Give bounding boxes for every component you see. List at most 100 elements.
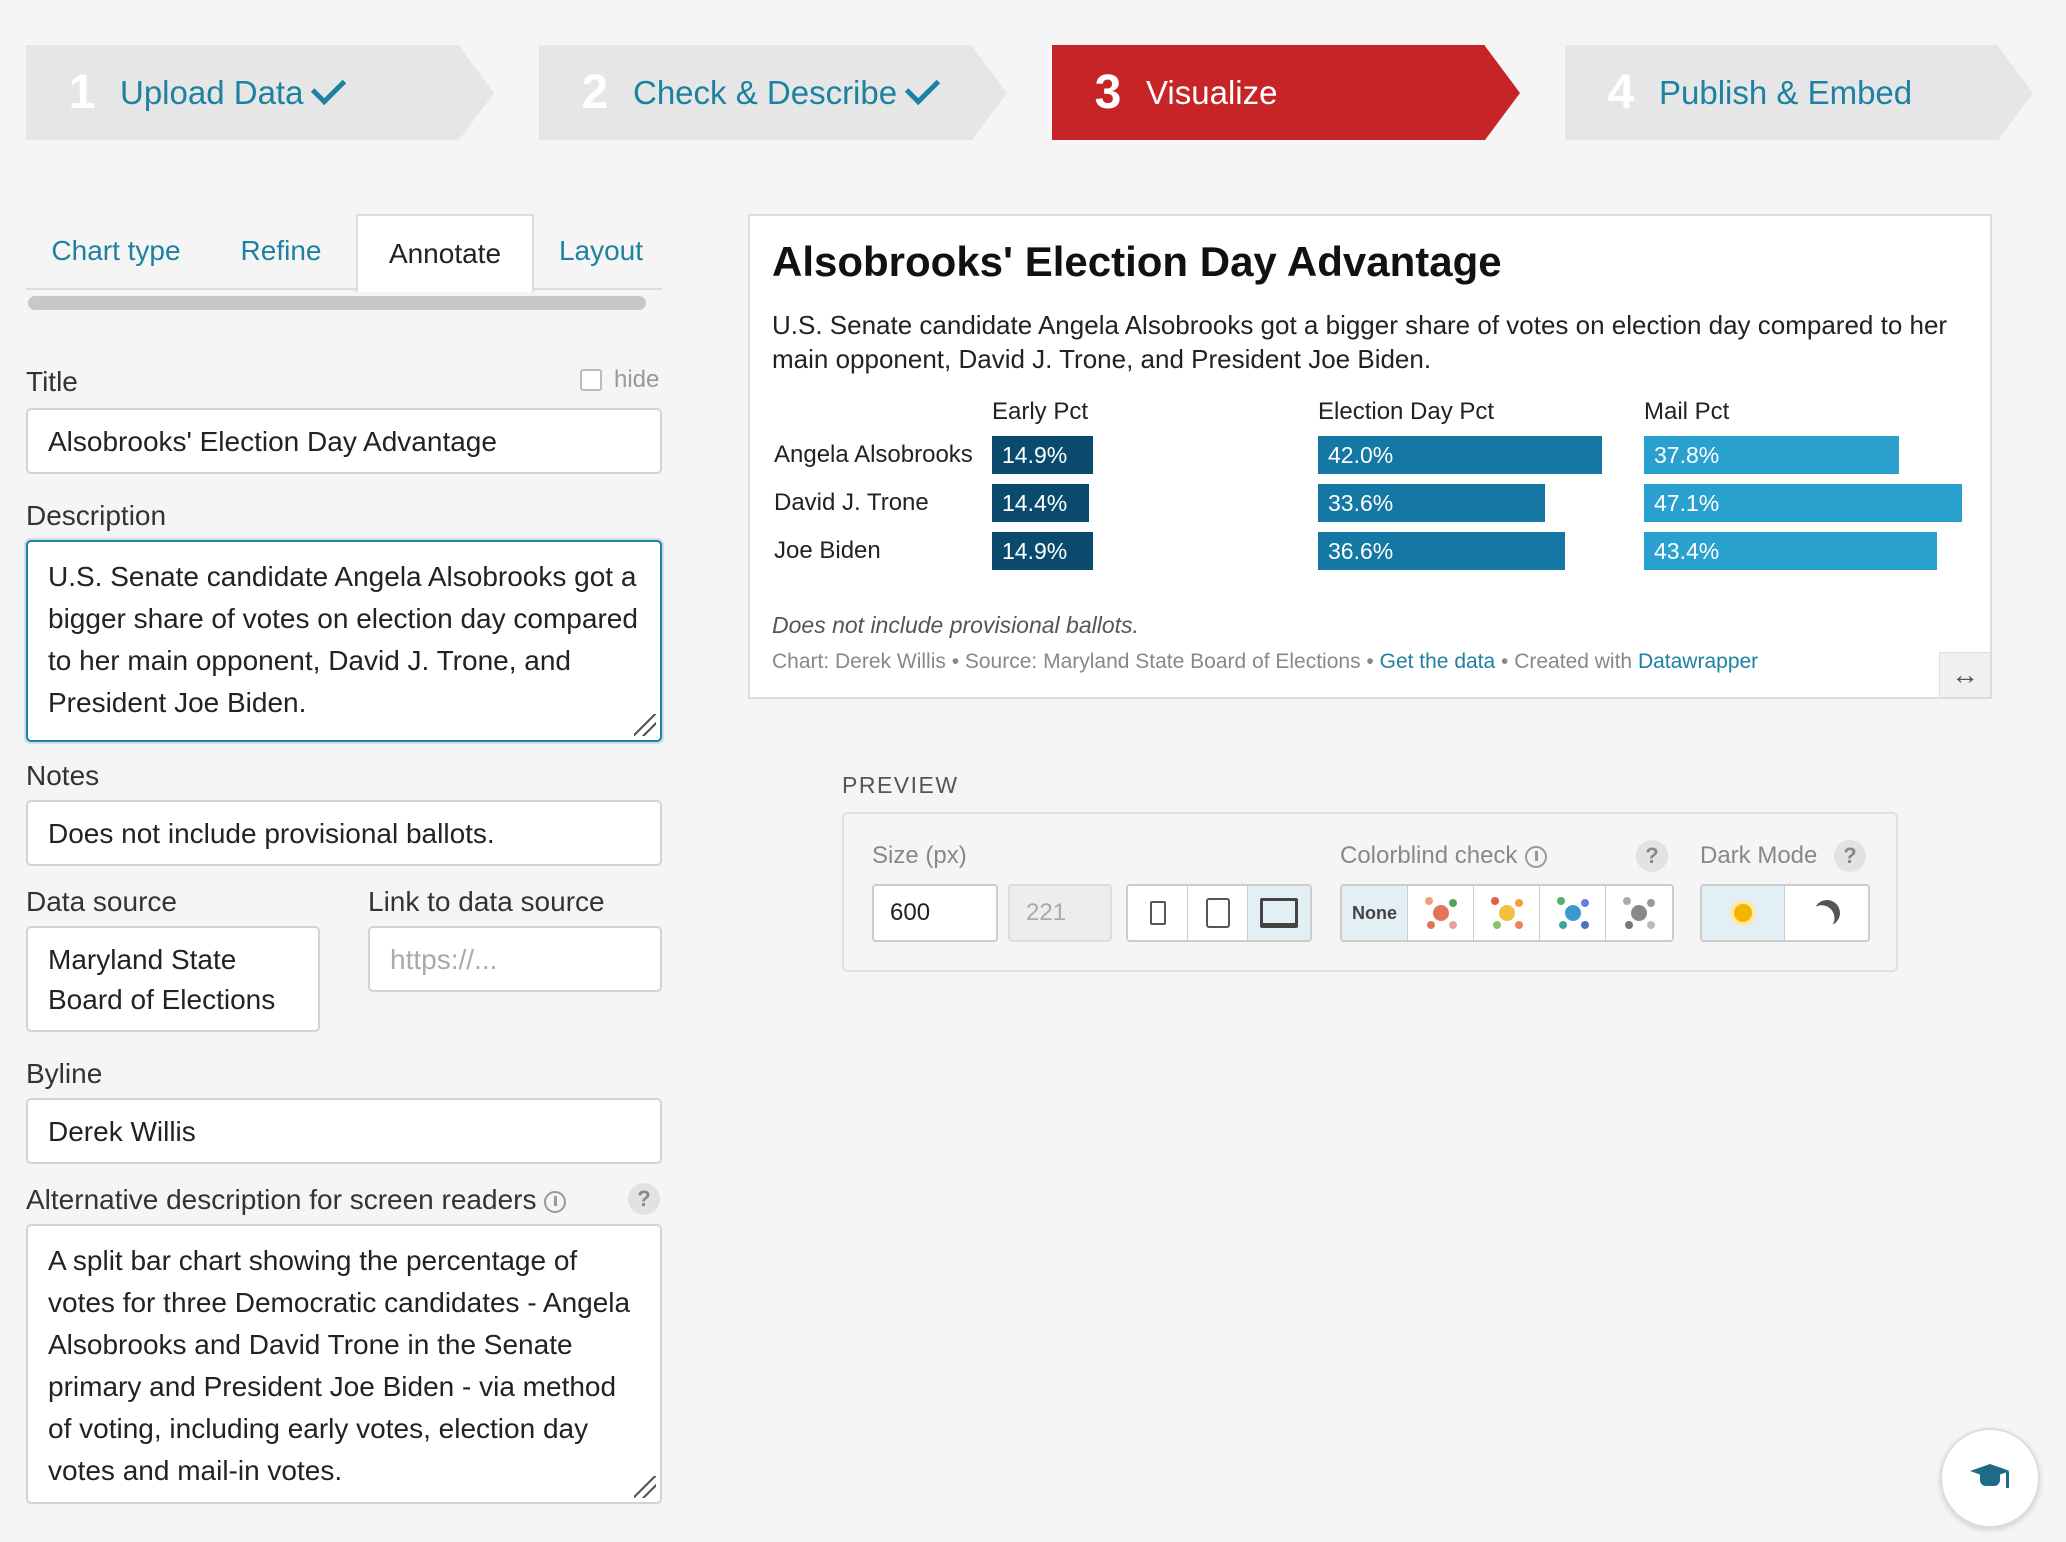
chart-bar: 43.4% (1644, 532, 1937, 570)
dark-mode-buttons (1700, 884, 1870, 942)
tab-refine[interactable]: Refine (216, 214, 346, 288)
step-number: 4 (1607, 66, 1635, 119)
column-header: Mail Pct (1644, 398, 1730, 425)
tab-chart-type[interactable]: Chart type (26, 214, 206, 288)
chart-bar: 36.6% (1318, 532, 1565, 570)
data-source-input[interactable]: Maryland State Board of Elections (26, 926, 320, 1032)
width-input[interactable]: 600 (872, 884, 998, 942)
help-icon[interactable]: ? (1636, 840, 1668, 872)
row-label: Joe Biden (774, 537, 881, 564)
chart-bar: 47.1% (1644, 484, 1962, 522)
description-label: Description (26, 500, 167, 531)
bar-value-label: 42.0% (1328, 442, 1394, 468)
link-source-label: Link to data source (368, 886, 605, 917)
preview-heading: PREVIEW (842, 772, 959, 798)
byline-input[interactable]: Derek Willis (26, 1098, 662, 1164)
mobile-view-button[interactable] (1128, 886, 1188, 940)
row-label: David J. Trone (774, 489, 929, 516)
chart-description: U.S. Senate candidate Angela Alsobrooks … (772, 310, 1948, 374)
height-input: 221 (1008, 884, 1112, 942)
dark-mode-label: Dark Mode (1700, 842, 1818, 869)
hide-label: hide (614, 366, 660, 393)
moon-icon (1810, 896, 1843, 929)
footer-created-with: • Created with (1495, 650, 1638, 673)
bar-value-label: 37.8% (1654, 442, 1720, 468)
colorblind-buttons: None (1340, 884, 1674, 942)
resize-handle-icon[interactable] (634, 1476, 656, 1498)
chart-bar: 37.8% (1644, 436, 1899, 474)
step-label: Publish & Embed (1659, 73, 1913, 111)
description-textarea[interactable]: U.S. Senate candidate Angela Alsobrooks … (26, 540, 662, 742)
size-label: Size (px) (872, 842, 967, 869)
column-header: Election Day Pct (1318, 398, 1495, 425)
description-value: U.S. Senate candidate Angela Alsobrooks … (48, 561, 638, 718)
step-check-describe[interactable]: 2 Check & Describe (539, 45, 1007, 140)
bar-value-label: 14.9% (1002, 442, 1068, 468)
help-icon[interactable]: ? (1834, 840, 1866, 872)
colorblind-achromatopsia-button[interactable] (1606, 886, 1672, 940)
resize-arrows-icon[interactable]: ↔ (1939, 652, 1990, 697)
tabs-scrollbar[interactable] (28, 296, 646, 310)
checkmark-icon (904, 69, 941, 106)
tab-annotate[interactable]: Annotate (356, 214, 534, 292)
tablet-icon (1205, 898, 1230, 928)
help-icon[interactable]: ? (628, 1183, 660, 1215)
chart-bar: 14.4% (992, 484, 1089, 522)
editor-tabs: Chart type Refine Annotate Layout (26, 214, 662, 292)
datawrapper-link[interactable]: Datawrapper (1638, 650, 1758, 673)
hide-checkbox[interactable] (580, 369, 602, 391)
footer-credits: Chart: Derek Willis • Source: Maryland S… (772, 650, 1380, 673)
colorblind-protanopia-button[interactable] (1408, 886, 1474, 940)
colorblind-label-text: Colorblind check (1340, 842, 1518, 869)
colorblind-deuteranopia-button[interactable] (1474, 886, 1540, 940)
title-input[interactable]: Alsobrooks' Election Day Advantage (26, 408, 662, 474)
dark-mode-button[interactable] (1785, 886, 1868, 940)
chart-preview: Alsobrooks' Election Day Advantage U.S. … (748, 214, 1992, 699)
desktop-view-button[interactable] (1248, 886, 1310, 940)
colorblind-tritanopia-button[interactable] (1540, 886, 1606, 940)
row-label: Angela Alsobrooks (774, 441, 973, 468)
alt-text-label-text: Alternative description for screen reade… (26, 1184, 537, 1215)
academy-help-button[interactable] (1940, 1428, 2040, 1528)
resize-handle-icon[interactable] (634, 714, 656, 736)
sun-icon (1734, 904, 1752, 922)
tab-layout[interactable]: Layout (540, 214, 662, 288)
step-label: Visualize (1146, 73, 1278, 111)
colorblind-none-button[interactable]: None (1342, 886, 1408, 940)
light-mode-button[interactable] (1702, 886, 1785, 940)
get-the-data-link[interactable]: Get the data (1380, 650, 1496, 673)
preview-controls: Size (px) 600 221 Colorblind check ? Non… (842, 812, 1898, 972)
notes-input[interactable]: Does not include provisional ballots. (26, 800, 662, 866)
desktop-icon (1260, 898, 1298, 928)
step-upload-data[interactable]: 1 Upload Data (26, 45, 494, 140)
step-number: 1 (68, 66, 96, 119)
color-dots-icon (1421, 893, 1461, 933)
graduation-cap-icon (1970, 1462, 2010, 1494)
colorblind-label: Colorblind check (1340, 842, 1548, 870)
bar-value-label: 33.6% (1328, 490, 1394, 516)
color-dots-icon (1553, 893, 1593, 933)
chart-footer: Chart: Derek Willis • Source: Maryland S… (772, 650, 1758, 674)
color-dots-icon (1487, 893, 1527, 933)
notes-label: Notes (26, 760, 100, 791)
accessibility-icon (1525, 845, 1548, 868)
step-number: 2 (581, 66, 609, 119)
step-visualize[interactable]: 3 Visualize (1052, 45, 1520, 140)
bar-value-label: 43.4% (1654, 538, 1720, 564)
chart-bar: 33.6% (1318, 484, 1545, 522)
link-source-input[interactable]: https://... (368, 926, 662, 992)
step-number: 3 (1094, 66, 1122, 119)
step-label: Upload Data (120, 73, 304, 111)
hide-title-toggle[interactable]: hide (580, 366, 659, 394)
chart-notes: Does not include provisional ballots. (772, 612, 1139, 638)
step-publish-embed[interactable]: 4 Publish & Embed (1565, 45, 2033, 140)
tablet-view-button[interactable] (1188, 886, 1248, 940)
title-label: Title (26, 366, 78, 397)
bar-value-label: 14.9% (1002, 538, 1068, 564)
data-source-value: Maryland State Board of Elections (48, 944, 276, 1015)
alt-text-textarea[interactable]: A split bar chart showing the percentage… (26, 1224, 662, 1504)
byline-value: Derek Willis (48, 1116, 196, 1147)
step-label: Check & Describe (633, 73, 898, 111)
data-source-label: Data source (26, 886, 177, 917)
chart-bar: 42.0% (1318, 436, 1602, 474)
